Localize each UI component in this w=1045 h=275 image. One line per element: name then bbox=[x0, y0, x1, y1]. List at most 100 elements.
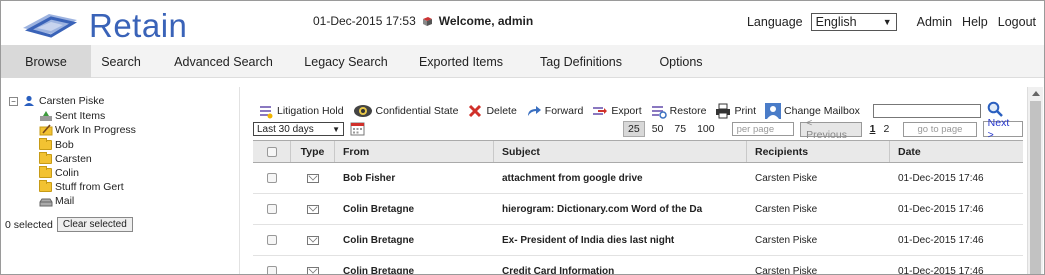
row-select-cell bbox=[253, 256, 291, 274]
export-button[interactable]: Export bbox=[592, 103, 642, 119]
page-size-75[interactable]: 75 bbox=[670, 122, 690, 136]
scroll-up-arrow-icon[interactable] bbox=[1032, 91, 1040, 96]
envelope-icon bbox=[307, 235, 319, 245]
sidebar-item-colin[interactable]: Colin bbox=[39, 166, 79, 179]
col-recipients[interactable]: Recipients bbox=[747, 141, 890, 162]
col-date[interactable]: Date bbox=[890, 141, 1023, 162]
row-type-cell bbox=[291, 194, 335, 224]
tab-options[interactable]: Options bbox=[636, 45, 726, 78]
row-recipients: Carsten Piske bbox=[755, 203, 818, 215]
tab-browse[interactable]: Browse bbox=[1, 45, 91, 78]
sidebar-item-carsten[interactable]: Carsten bbox=[39, 152, 92, 165]
row-checkbox[interactable] bbox=[267, 173, 277, 183]
row-type-cell bbox=[291, 256, 335, 274]
sidebar-item-sent-items[interactable]: Sent Items bbox=[39, 110, 105, 122]
page-link-2[interactable]: 2 bbox=[883, 123, 889, 135]
row-from: Colin Bretagne bbox=[343, 265, 415, 275]
per-page-input[interactable]: per page bbox=[731, 122, 795, 136]
previous-page-button[interactable]: < Previous bbox=[800, 117, 862, 141]
col-from[interactable]: From bbox=[335, 141, 494, 162]
sidebar-item-label: Carsten bbox=[55, 153, 92, 165]
page-size-25[interactable]: 25 bbox=[623, 121, 645, 137]
tree-root-label: Carsten Piske bbox=[39, 95, 105, 107]
row-checkbox[interactable] bbox=[267, 266, 277, 274]
row-from: Bob Fisher bbox=[343, 172, 396, 184]
folder-icon bbox=[39, 166, 52, 178]
logout-link[interactable]: Logout bbox=[998, 15, 1036, 29]
vertical-scrollbar[interactable] bbox=[1027, 87, 1043, 274]
row-checkbox[interactable] bbox=[267, 235, 277, 245]
page-size-100[interactable]: 100 bbox=[693, 122, 719, 136]
row-recipients: Carsten Piske bbox=[755, 172, 818, 184]
retain-logo[interactable]: Retain bbox=[19, 6, 209, 44]
page-link-1[interactable]: 1 bbox=[870, 123, 876, 135]
collapse-toggle-icon[interactable]: − bbox=[9, 96, 18, 106]
admin-link[interactable]: Admin bbox=[917, 15, 952, 29]
sidebar-item-label: Sent Items bbox=[55, 110, 106, 122]
tab-tag-definitions[interactable]: Tag Definitions bbox=[526, 45, 636, 78]
dropdown-arrow-icon: ▼ bbox=[332, 124, 340, 134]
change-mailbox-label: Change Mailbox bbox=[784, 104, 860, 117]
sidebar-item-bob[interactable]: Bob bbox=[39, 138, 74, 151]
table-row[interactable]: Bob Fisher attachment from google drive … bbox=[253, 163, 1023, 194]
table-row[interactable]: Colin Bretagne hierogram: Dictionary.com… bbox=[253, 194, 1023, 225]
sidebar-item-work-in-progress[interactable]: Work In Progress bbox=[39, 124, 136, 136]
calendar-icon[interactable] bbox=[350, 121, 365, 139]
sent-items-icon bbox=[40, 111, 52, 121]
sidebar-item-stuff-from-gert[interactable]: Stuff from Gert bbox=[39, 180, 124, 193]
scrollbar-thumb[interactable] bbox=[1030, 101, 1041, 274]
row-subject: Credit Card Information bbox=[502, 265, 615, 275]
row-recipients: Carsten Piske bbox=[755, 234, 818, 246]
forward-button[interactable]: Forward bbox=[526, 103, 583, 119]
row-type-cell bbox=[291, 163, 335, 193]
table-row[interactable]: Colin Bretagne Credit Card Information C… bbox=[253, 256, 1023, 275]
restore-button[interactable]: Restore bbox=[651, 103, 707, 119]
help-link[interactable]: Help bbox=[962, 15, 988, 29]
tab-exported-items[interactable]: Exported Items bbox=[396, 45, 526, 78]
litigation-hold-label: Litigation Hold bbox=[277, 104, 344, 117]
mailbox-search-input[interactable] bbox=[872, 103, 981, 118]
sidebar-item-mail[interactable]: Mail bbox=[39, 195, 74, 207]
logo-text: Retain bbox=[89, 7, 188, 44]
select-all-checkbox[interactable] bbox=[266, 146, 277, 157]
message-list-panel: Litigation Hold Confidential State Delet… bbox=[239, 87, 1027, 275]
envelope-icon bbox=[307, 204, 319, 214]
print-label: Print bbox=[734, 104, 757, 117]
language-select[interactable]: English ▼ bbox=[810, 13, 897, 31]
col-subject[interactable]: Subject bbox=[494, 141, 747, 162]
confidential-state-label: Confidential State bbox=[375, 104, 459, 117]
confidential-state-button[interactable]: Confidential State bbox=[353, 103, 459, 119]
col-type[interactable]: Type bbox=[291, 141, 335, 162]
welcome-text: Welcome, admin bbox=[438, 14, 534, 28]
row-date: 01-Dec-2015 17:46 bbox=[898, 234, 984, 246]
delete-button[interactable]: Delete bbox=[467, 103, 517, 119]
action-toolbar: Litigation Hold Confidential State Delet… bbox=[258, 101, 1003, 120]
date-range-select[interactable]: Last 30 days ▼ bbox=[253, 122, 344, 136]
delete-x-icon bbox=[467, 103, 483, 119]
clear-selected-button[interactable]: Clear selected bbox=[56, 217, 133, 232]
row-type-cell bbox=[291, 225, 335, 255]
tab-search[interactable]: Search bbox=[91, 45, 151, 78]
session-info: 01-Dec-2015 17:53 Welcome, admin bbox=[313, 14, 533, 28]
restore-icon bbox=[651, 103, 667, 119]
export-icon bbox=[592, 103, 608, 119]
tab-legacy-search[interactable]: Legacy Search bbox=[296, 45, 396, 78]
page-size-50[interactable]: 50 bbox=[648, 122, 668, 136]
row-subject: attachment from google drive bbox=[502, 172, 643, 184]
litigation-hold-button[interactable]: Litigation Hold bbox=[258, 103, 344, 119]
restore-label: Restore bbox=[669, 104, 707, 117]
row-checkbox[interactable] bbox=[267, 204, 277, 214]
row-select-cell bbox=[253, 225, 291, 255]
next-page-button[interactable]: Next > bbox=[982, 117, 1024, 141]
table-row[interactable]: Colin Bretagne Ex- President of India di… bbox=[253, 225, 1023, 256]
tab-advanced-search[interactable]: Advanced Search bbox=[151, 45, 296, 78]
row-from: Colin Bretagne bbox=[343, 203, 415, 215]
main-nav: Browse Search Advanced Search Legacy Sea… bbox=[1, 45, 1044, 78]
confidential-eye-icon bbox=[353, 103, 373, 119]
go-to-page-input[interactable]: go to page bbox=[903, 121, 977, 137]
print-button[interactable]: Print bbox=[715, 103, 756, 119]
envelope-icon bbox=[307, 173, 319, 183]
tree-root[interactable]: − Carsten Piske bbox=[9, 95, 104, 107]
row-date: 01-Dec-2015 17:46 bbox=[898, 265, 984, 275]
table-header: Type From Subject Recipients Date bbox=[253, 140, 1023, 163]
